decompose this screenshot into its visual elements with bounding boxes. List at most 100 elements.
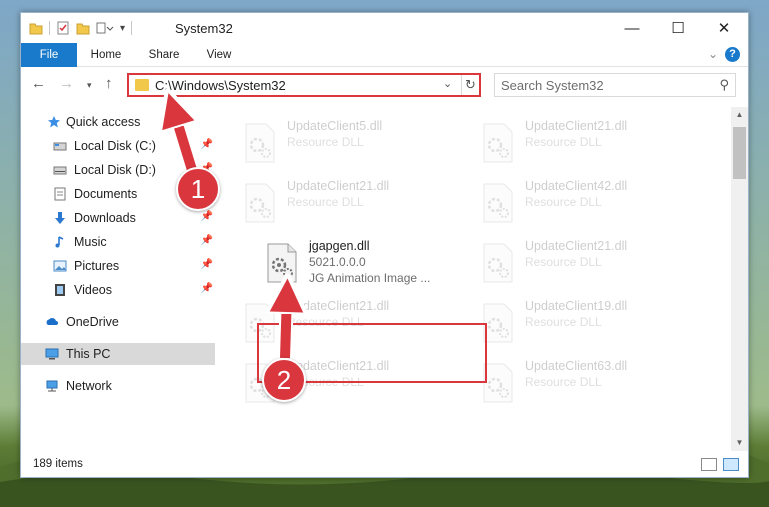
toolbar-divider [131,21,133,35]
file-type: Resource DLL [525,375,602,389]
documents-icon [54,187,66,201]
sidebar-item-label: Videos [74,283,112,297]
sidebar-item-onedrive[interactable]: OneDrive [21,311,215,333]
sidebar-item-label: Local Disk (C:) [74,139,156,153]
folder-icon [135,79,149,91]
sidebar-item-network[interactable]: Network [21,375,215,397]
pin-icon[interactable]: 📌 [201,283,213,294]
status-bar: 189 items [21,453,748,477]
file-explorer-window: ▾ System32 — ☐ ✕ File Home Share View ⌄ … [20,12,749,478]
maximize-button[interactable]: ☐ [655,13,701,43]
step-badge-2: 2 [262,358,306,402]
vertical-scrollbar[interactable]: ▲ ▼ [731,107,748,451]
sidebar-item-label: OneDrive [66,315,119,329]
file-item-jgapgen[interactable]: jgapgen.dll 5021.0.0.0 JG Animation Imag… [259,237,489,293]
recent-locations-icon[interactable]: ▾ [87,76,92,94]
minimize-button[interactable]: — [609,13,655,43]
dll-file-icon [483,243,513,283]
computer-icon [45,348,59,360]
sidebar-item-label: Pictures [74,259,120,273]
network-icon [46,380,58,392]
file-name: jgapgen.dll [309,239,370,253]
file-name: UpdateClient5.dll [287,119,383,133]
help-icon[interactable]: ? [725,47,740,62]
sidebar-item-label: Quick access [66,115,141,129]
file-name: UpdateClient63.dll [525,359,628,373]
quick-access-toolbar: ▾ [29,19,133,37]
file-name: UpdateClient21.dll [287,179,390,193]
file-item[interactable]: UpdateClient5.dll Resource DLL [237,117,467,173]
refresh-icon[interactable]: ↻ [461,75,479,95]
file-name: UpdateClient19.dll [525,299,628,313]
step-badge-1: 1 [176,167,220,211]
music-icon [55,236,64,248]
dll-file-icon [483,183,513,223]
navigation-bar: ← → ▾ ↑ C:\Windows\System32 ⌄ ↻ ⚲ [21,67,748,101]
expand-ribbon-icon[interactable]: ⌄ [708,47,718,61]
sidebar-item-this-pc[interactable]: This PC [21,343,215,365]
sidebar-item-label: Music [74,235,107,249]
sidebar-item-local-disk-c[interactable]: Local Disk (C:) 📌 [21,135,215,157]
navigation-pane: Quick access Local Disk (C:) 📌 Local Dis… [21,107,215,447]
dll-file-icon [245,183,275,223]
address-path[interactable]: C:\Windows\System32 [155,78,286,93]
back-arrow-icon[interactable]: ← [31,75,46,93]
file-type: Resource DLL [287,135,364,149]
file-item[interactable]: UpdateClient42.dll Resource DLL [475,177,705,233]
file-description: JG Animation Image ... [309,271,431,285]
address-dropdown-icon[interactable]: ⌄ [443,77,452,90]
search-icon[interactable]: ⚲ [719,77,729,93]
search-input[interactable] [501,77,701,93]
forward-arrow-icon[interactable]: → [59,75,74,93]
file-version: 5021.0.0.0 [309,255,366,269]
tab-home[interactable]: Home [81,43,131,67]
file-item[interactable]: UpdateClient21.dll Resource DLL [237,177,467,233]
dll-file-icon [483,123,513,163]
cloud-icon [46,317,58,325]
new-folder-icon[interactable] [76,21,90,35]
qat-dropdown-icon[interactable]: ▾ [120,23,125,34]
file-type: Resource DLL [525,315,602,329]
sidebar-item-label: Documents [74,187,138,201]
sidebar-item-quick-access[interactable]: Quick access [21,111,215,133]
file-type: Resource DLL [287,195,364,209]
sidebar-item-music[interactable]: Music 📌 [21,231,215,253]
sidebar-item-label: This PC [66,347,111,361]
pin-icon[interactable]: 📌 [201,259,213,270]
file-item[interactable]: UpdateClient19.dll Resource DLL [475,297,705,353]
close-button[interactable]: ✕ [701,13,747,43]
sidebar-item-downloads[interactable]: Downloads 📌 [21,207,215,229]
scroll-down-icon[interactable]: ▼ [731,435,748,451]
pin-icon[interactable]: 📌 [201,139,213,150]
sidebar-item-pictures[interactable]: Pictures 📌 [21,255,215,277]
ribbon-tabs: File Home Share View ⌄ ? [21,43,748,67]
properties-icon[interactable] [56,21,70,35]
search-box[interactable]: ⚲ [494,73,736,97]
drive-icon [53,142,67,151]
toolbar-divider [49,21,50,35]
file-name: UpdateClient21.dll [525,239,628,253]
tab-view[interactable]: View [195,43,243,67]
sidebar-item-videos[interactable]: Videos 📌 [21,279,215,301]
pin-icon[interactable]: 📌 [201,211,213,222]
tab-share[interactable]: Share [139,43,189,67]
pin-icon[interactable]: 📌 [201,235,213,246]
videos-icon [55,284,65,296]
drive-icon [53,166,67,175]
details-view-icon[interactable] [701,458,717,471]
scroll-thumb[interactable] [733,127,746,179]
large-icons-view-icon[interactable] [723,458,739,471]
sidebar-item-label: Downloads [74,211,136,225]
tab-file[interactable]: File [21,43,77,67]
file-item[interactable]: UpdateClient21.dll Resource DLL [475,117,705,173]
scroll-up-icon[interactable]: ▲ [731,107,748,123]
file-type: Resource DLL [525,255,602,269]
customize-toolbar-icon[interactable] [96,21,114,35]
address-bar[interactable]: C:\Windows\System32 ⌄ ↻ [127,73,481,97]
up-arrow-icon[interactable]: ↑ [105,75,113,93]
file-item[interactable]: UpdateClient21.dll Resource DLL [475,237,705,293]
file-item[interactable]: UpdateClient63.dll Resource DLL [475,357,705,413]
sidebar-item-label: Network [66,379,112,393]
dll-file-icon [245,123,275,163]
pictures-icon [53,260,67,272]
